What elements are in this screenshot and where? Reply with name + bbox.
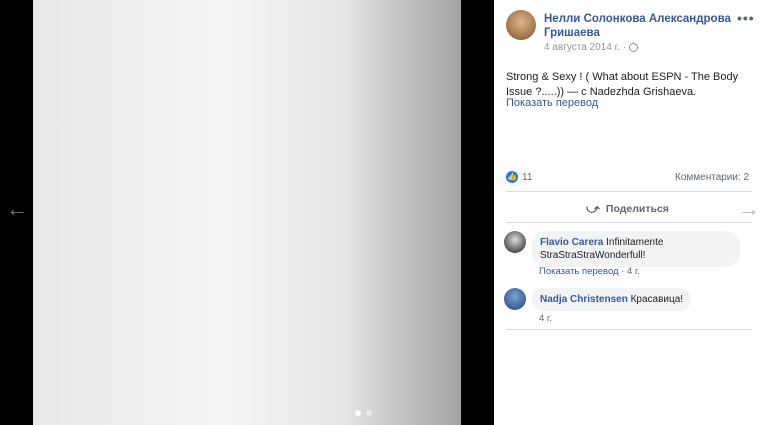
comment-meta: 4 г. [539,313,552,324]
post-date[interactable]: 4 августа 2014 г. [544,42,620,53]
post-text: Strong & Sexy ! ( What about ESPN - The … [506,71,739,98]
comment-avatar[interactable] [504,288,526,310]
comment-text: Красавица! [630,294,684,305]
post-author[interactable]: Нелли Солонкова Александрова Гришаева [544,12,734,40]
share-button[interactable]: ⤻ Поделиться [586,201,669,217]
reactions-summary[interactable]: 👍 11 [506,171,532,183]
likes-count: 11 [522,171,533,183]
divider [506,191,752,192]
comment-time[interactable]: 4 г. [539,313,552,324]
post-side-panel: Нелли Солонкова Александрова Гришаева 4 … [494,0,760,425]
comment-author[interactable]: Flavio Carera [540,237,603,248]
photo-shadow [341,0,461,425]
photo-dot-1[interactable] [355,410,361,416]
more-options-icon[interactable]: ••• [737,10,755,26]
previous-photo-arrow-icon[interactable]: ← [6,198,28,220]
comment-meta: Показать перевод · 4 г. [539,266,640,277]
date-separator: · [622,42,627,53]
globe-icon [629,43,639,52]
like-icon: 👍 [506,171,518,183]
comment-translate-link[interactable]: Показать перевод [539,266,619,277]
comment-bubble: Flavio Carera Infinitamente StraStraStra… [532,231,740,267]
divider [506,222,752,223]
photo-dot-2[interactable] [366,410,372,416]
post-date-row: 4 августа 2014 г. · [544,42,639,53]
share-label: Поделиться [605,203,669,215]
comment-avatar[interactable] [504,231,526,253]
comment-author[interactable]: Nadja Christensen [540,294,628,305]
author-avatar[interactable] [506,10,536,40]
show-translation-link[interactable]: Показать перевод [506,97,598,109]
comments-count[interactable]: Комментарии: 2 [675,172,749,183]
photo-pagination [355,410,372,416]
comment-bubble: Nadja Christensen Красавица! [532,288,692,311]
photo-viewer: ← [0,0,494,425]
share-icon: ⤻ [586,201,600,216]
comment-time[interactable]: 4 г. [627,266,640,277]
post-photo[interactable] [33,0,461,425]
divider [506,329,752,330]
next-photo-arrow-icon[interactable]: → [738,198,760,220]
